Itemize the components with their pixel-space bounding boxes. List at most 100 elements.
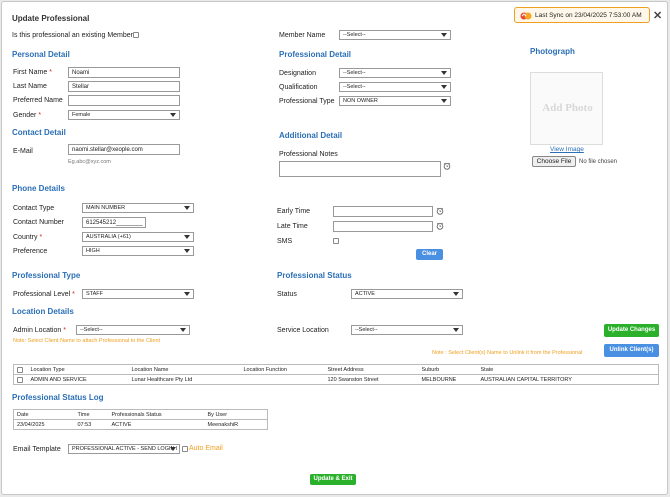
location-table: Location Type Location Name Location Fun… [13,364,659,385]
contact-number-input[interactable]: 612545212________ [82,217,146,228]
auto-email-checkbox[interactable] [182,446,188,452]
first-name-input[interactable]: Noami [68,67,180,78]
member-name-label: Member Name [279,32,326,39]
late-time-label: Late Time [277,223,308,230]
table-cell: 23/04/2025 [17,421,45,428]
table-cell [241,375,325,385]
chevron-down-icon [180,328,186,332]
update-professional-dialog: Update Professional Last Sync on 23/04/2… [1,1,668,495]
email-hint: Eg.abc@xyz.com [68,159,111,165]
update-exit-button[interactable]: Update & Exit [310,474,356,485]
professional-type-label: Professional Type [279,98,335,105]
sync-status-box: Last Sync on 23/04/2025 7:53:00 AM [514,7,650,23]
clock-icon[interactable] [436,207,444,215]
chevron-down-icon [453,328,459,332]
admin-location-note: Note: Select Client Name to attach Profe… [13,338,161,344]
sms-checkbox[interactable] [333,238,339,244]
chevron-down-icon [453,292,459,296]
late-time-input[interactable] [333,221,433,232]
status-select[interactable]: ACTIVE [351,289,463,299]
table-cell: 120 Swanston Street [327,376,379,383]
clock-icon[interactable] [443,162,451,170]
table-cell: ACTIVE [111,421,132,428]
contact-number-label: Contact Number [13,219,64,226]
sms-label: SMS [277,238,293,245]
contact-type-select[interactable]: MAIN NUMBER [82,203,194,213]
chevron-down-icon [441,85,447,89]
early-time-input[interactable] [333,206,433,217]
service-location-label: Service Location [277,327,329,334]
column-header: Time [77,411,90,418]
designation-label: Designation [279,70,316,77]
status-log-table: Date Time Professionals Status By User 2… [13,409,268,430]
qualification-label: Qualification [279,84,318,91]
row-checkbox[interactable] [17,376,23,383]
email-template-select[interactable]: PROFESSIONAL ACTIVE - SEND LOGIN I [68,444,180,454]
view-image-link[interactable]: View Image [550,146,584,153]
admin-location-select[interactable]: --Select-- [76,325,190,335]
location-details-heading: Location Details [12,307,74,316]
phone-details-heading: Phone Details [12,184,65,193]
status-log-header: Date Time Professionals Status By User [13,410,268,420]
column-header: Location Name [131,366,169,373]
preference-select[interactable]: HIGH [82,246,194,256]
status-log-heading: Professional Status Log [12,393,104,402]
chevron-down-icon [170,447,176,451]
column-header: Location Type [30,366,65,373]
column-header: Suburb [421,366,440,373]
table-cell: Lunar Healthcare Pty Ltd [131,376,193,383]
chevron-down-icon [184,249,190,253]
column-header: State [480,366,494,373]
unlink-clients-button[interactable]: Unlink Client(s) [604,344,659,357]
chevron-down-icon [441,99,447,103]
additional-detail-heading: Additional Detail [279,131,343,140]
auto-email-label: Auto Email [189,445,223,452]
photo-placeholder-text: Add Photo [542,102,593,114]
column-header: Location Function [243,366,287,373]
country-select[interactable]: AUSTRALIA (+61) [82,232,194,242]
chevron-down-icon [184,206,190,210]
email-input[interactable]: naomi.stellar@xeople.com [68,144,180,155]
qualification-select[interactable]: --Select-- [339,82,451,92]
gender-select[interactable]: Female [68,110,180,120]
sync-icon [520,12,532,20]
column-header: Professionals Status [111,411,162,418]
status-label: Status [277,291,297,298]
photograph-heading: Photograph [530,47,575,56]
table-cell: 07:53 [77,421,92,428]
select-all-checkbox[interactable] [17,366,23,373]
table-row[interactable]: ADMIN AND SERVICE Lunar Healthcare Pty L… [14,375,659,385]
preferred-name-input[interactable] [68,95,180,106]
personal-detail-heading: Personal Detail [12,50,70,59]
table-cell: ADMIN AND SERVICE [30,376,87,383]
dialog-title: Update Professional [12,14,90,23]
table-cell: MeenakshiR [207,421,239,428]
email-label: E-Mail [13,148,33,155]
designation-select[interactable]: --Select-- [339,68,451,78]
sync-text: Last Sync on 23/04/2025 7:53:00 AM [535,12,642,19]
last-name-input[interactable]: Stellar [68,81,180,92]
clock-icon[interactable] [436,222,444,230]
update-changes-button[interactable]: Update Changes [604,324,659,337]
existing-member-checkbox[interactable] [133,32,139,38]
chevron-down-icon [184,235,190,239]
choose-file-button[interactable]: Choose File [532,156,576,167]
professional-level-label: Professional Level * [13,291,75,298]
professional-detail-heading: Professional Detail [279,50,352,59]
table-row: 23/04/2025 07:53 ACTIVE MeenakshiR [14,420,268,430]
service-location-select[interactable]: --Select-- [351,325,463,335]
close-icon[interactable]: ✕ [653,11,662,22]
professional-type-heading: Professional Type [12,271,81,280]
professional-notes-textarea[interactable] [279,161,441,177]
location-table-header: Location Type Location Name Location Fun… [13,365,659,375]
column-header: Date [17,411,29,418]
preference-label: Preference [13,248,48,255]
column-header: By User [207,411,228,418]
photo-box[interactable]: Add Photo [530,72,603,145]
professional-type-select[interactable]: NON OWNER [339,96,451,106]
clear-button[interactable]: Clear [416,249,443,260]
professional-level-select[interactable]: STAFF [82,289,194,299]
first-name-label: First Name * [13,69,52,76]
member-name-select[interactable]: --Select-- [339,30,451,40]
table-cell: AUSTRALIAN CAPITAL TERRITORY [480,376,572,383]
